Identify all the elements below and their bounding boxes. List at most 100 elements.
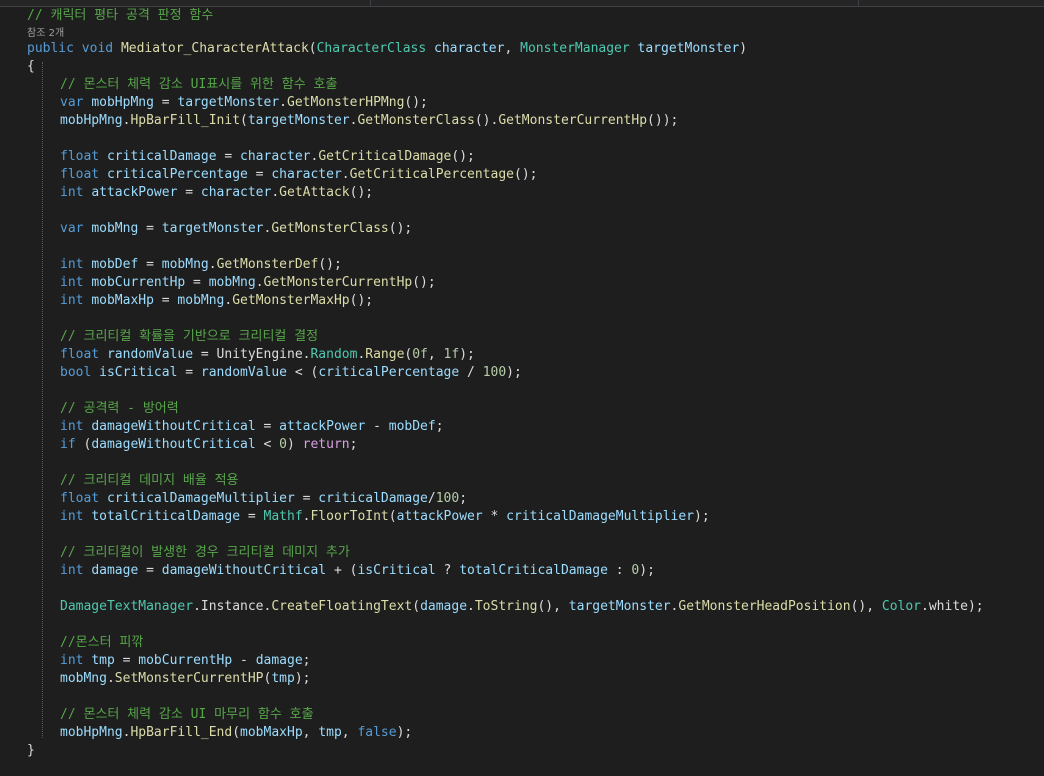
code-line: int mobCurrentHp = mobMng.GetMonsterCurr… <box>0 274 1044 292</box>
punct: . <box>208 257 217 272</box>
punct: . <box>279 95 287 110</box>
code-area[interactable]: // 캐릭터 평타 공격 판정 함수 참조 2개 public void Med… <box>0 7 1044 760</box>
variable: mobMng <box>208 275 256 290</box>
variable: damage <box>91 563 139 578</box>
variable: mobHpMng <box>60 725 123 740</box>
code-line: int attackPower = character.GetAttack(); <box>0 184 1044 202</box>
variable: isCritical <box>99 365 178 380</box>
variable: randomValue <box>200 365 287 380</box>
variable: mobMng <box>161 257 209 272</box>
type-name: Color <box>881 599 922 614</box>
operator: / <box>427 491 436 506</box>
punct: ) <box>739 41 748 56</box>
variable: attackPower <box>91 185 178 200</box>
code-line: { <box>0 58 1044 76</box>
variable: mobMaxHp <box>91 293 154 308</box>
code-line: float criticalDamageMultiplier = critica… <box>0 490 1044 508</box>
operator: ? <box>435 563 460 578</box>
variable: targetMonster <box>177 95 280 110</box>
punct: ( <box>75 437 92 452</box>
variable: criticalDamageMultiplier <box>106 491 295 506</box>
type-name: Random <box>310 347 358 362</box>
variable: damageWithoutCritical <box>161 563 327 578</box>
code-line: int damageWithoutCritical = attackPower … <box>0 418 1044 436</box>
operator: : <box>607 563 632 578</box>
punct: ); <box>506 365 522 380</box>
operator: / <box>459 365 483 380</box>
type-name: CharacterClass <box>316 41 427 56</box>
code-line: int totalCriticalDamage = Mathf.FloorToI… <box>0 508 1044 526</box>
code-line: int tmp = mobCurrentHp - damage; <box>0 652 1044 670</box>
number: 100 <box>482 365 507 380</box>
code-line: float criticalDamage = character.GetCrit… <box>0 148 1044 166</box>
punct: ()); <box>647 113 679 128</box>
function: Range <box>365 347 405 362</box>
keyword: int <box>60 275 84 290</box>
variable: isCritical <box>357 563 436 578</box>
code-line: int damage = damageWithoutCritical + (is… <box>0 562 1044 580</box>
comment: // 몬스터 체력 감소 UI표시를 위한 함수 호출 <box>60 77 338 92</box>
keyword: float <box>60 347 100 362</box>
variable: criticalDamageMultiplier <box>506 509 695 524</box>
type-name: MonsterManager <box>520 41 630 56</box>
punct: (); <box>514 167 538 182</box>
keyword: float <box>60 491 100 506</box>
variable: tmp <box>91 653 115 668</box>
punct: . <box>921 599 929 614</box>
references-codelens[interactable]: 참조 2개 <box>27 28 64 39</box>
variable: tmp <box>318 725 342 740</box>
variable: criticalDamage <box>318 491 428 506</box>
function: HpBarFill_End <box>130 725 233 740</box>
variable: damage <box>420 599 468 614</box>
variable: mobDef <box>388 419 436 434</box>
punct: ; <box>459 491 468 506</box>
variable: mobMng <box>60 671 107 686</box>
keyword: float <box>60 167 100 182</box>
variable: mobMng <box>91 221 139 236</box>
punct: ); <box>396 725 413 740</box>
function: GetMonsterClass <box>271 221 389 236</box>
code-line: // 크리티컬 데미지 배율 적용 <box>0 472 1044 490</box>
function: FloorToInt <box>310 509 389 524</box>
brace: } <box>27 743 35 758</box>
variable: character <box>240 149 311 164</box>
operator: * <box>482 509 507 524</box>
number: 0 <box>279 437 287 452</box>
function: GetCriticalDamage <box>318 149 452 164</box>
punct: ; <box>435 419 444 434</box>
operator: = <box>138 563 162 578</box>
comment: // 크리티컬 데미지 배율 적용 <box>60 473 239 488</box>
type-name: Mathf <box>263 509 303 524</box>
function: GetMonsterCurrentHp <box>263 275 413 290</box>
keyword: int <box>60 419 84 434</box>
operator: = <box>255 419 280 434</box>
keyword: int <box>60 563 84 578</box>
punct: ); <box>967 599 984 614</box>
variable: criticalPercentage <box>106 167 248 182</box>
code-line: float criticalPercentage = character.Get… <box>0 166 1044 184</box>
keyword: float <box>60 149 100 164</box>
variable: tmp <box>271 671 295 686</box>
code-line: int mobMaxHp = mobMng.GetMonsterMaxHp(); <box>0 292 1044 310</box>
comment: //몬스터 피깎 <box>60 635 144 650</box>
code-line: // 크리티컬 확률을 기반으로 크리티컬 결정 <box>0 328 1044 346</box>
param-name: character <box>434 41 505 56</box>
function: SetMonsterCurrentHP <box>114 671 264 686</box>
code-line: mobMng.SetMonsterCurrentHP(tmp); <box>0 670 1044 688</box>
code-editor[interactable]: // 캐릭터 평타 공격 판정 함수 참조 2개 public void Med… <box>0 0 1044 776</box>
punct: ( <box>240 113 248 128</box>
function: ToString <box>474 599 538 614</box>
punct: . <box>106 671 115 686</box>
operator: = <box>138 257 162 272</box>
keyword: false <box>357 725 397 740</box>
operator: = <box>138 221 162 236</box>
variable: attackPower <box>396 509 483 524</box>
variable: totalCriticalDamage <box>459 563 608 578</box>
keyword: return <box>302 437 350 452</box>
method-name: Mediator_CharacterAttack <box>120 41 309 56</box>
operator: = <box>216 149 241 164</box>
keyword: if <box>60 437 76 452</box>
